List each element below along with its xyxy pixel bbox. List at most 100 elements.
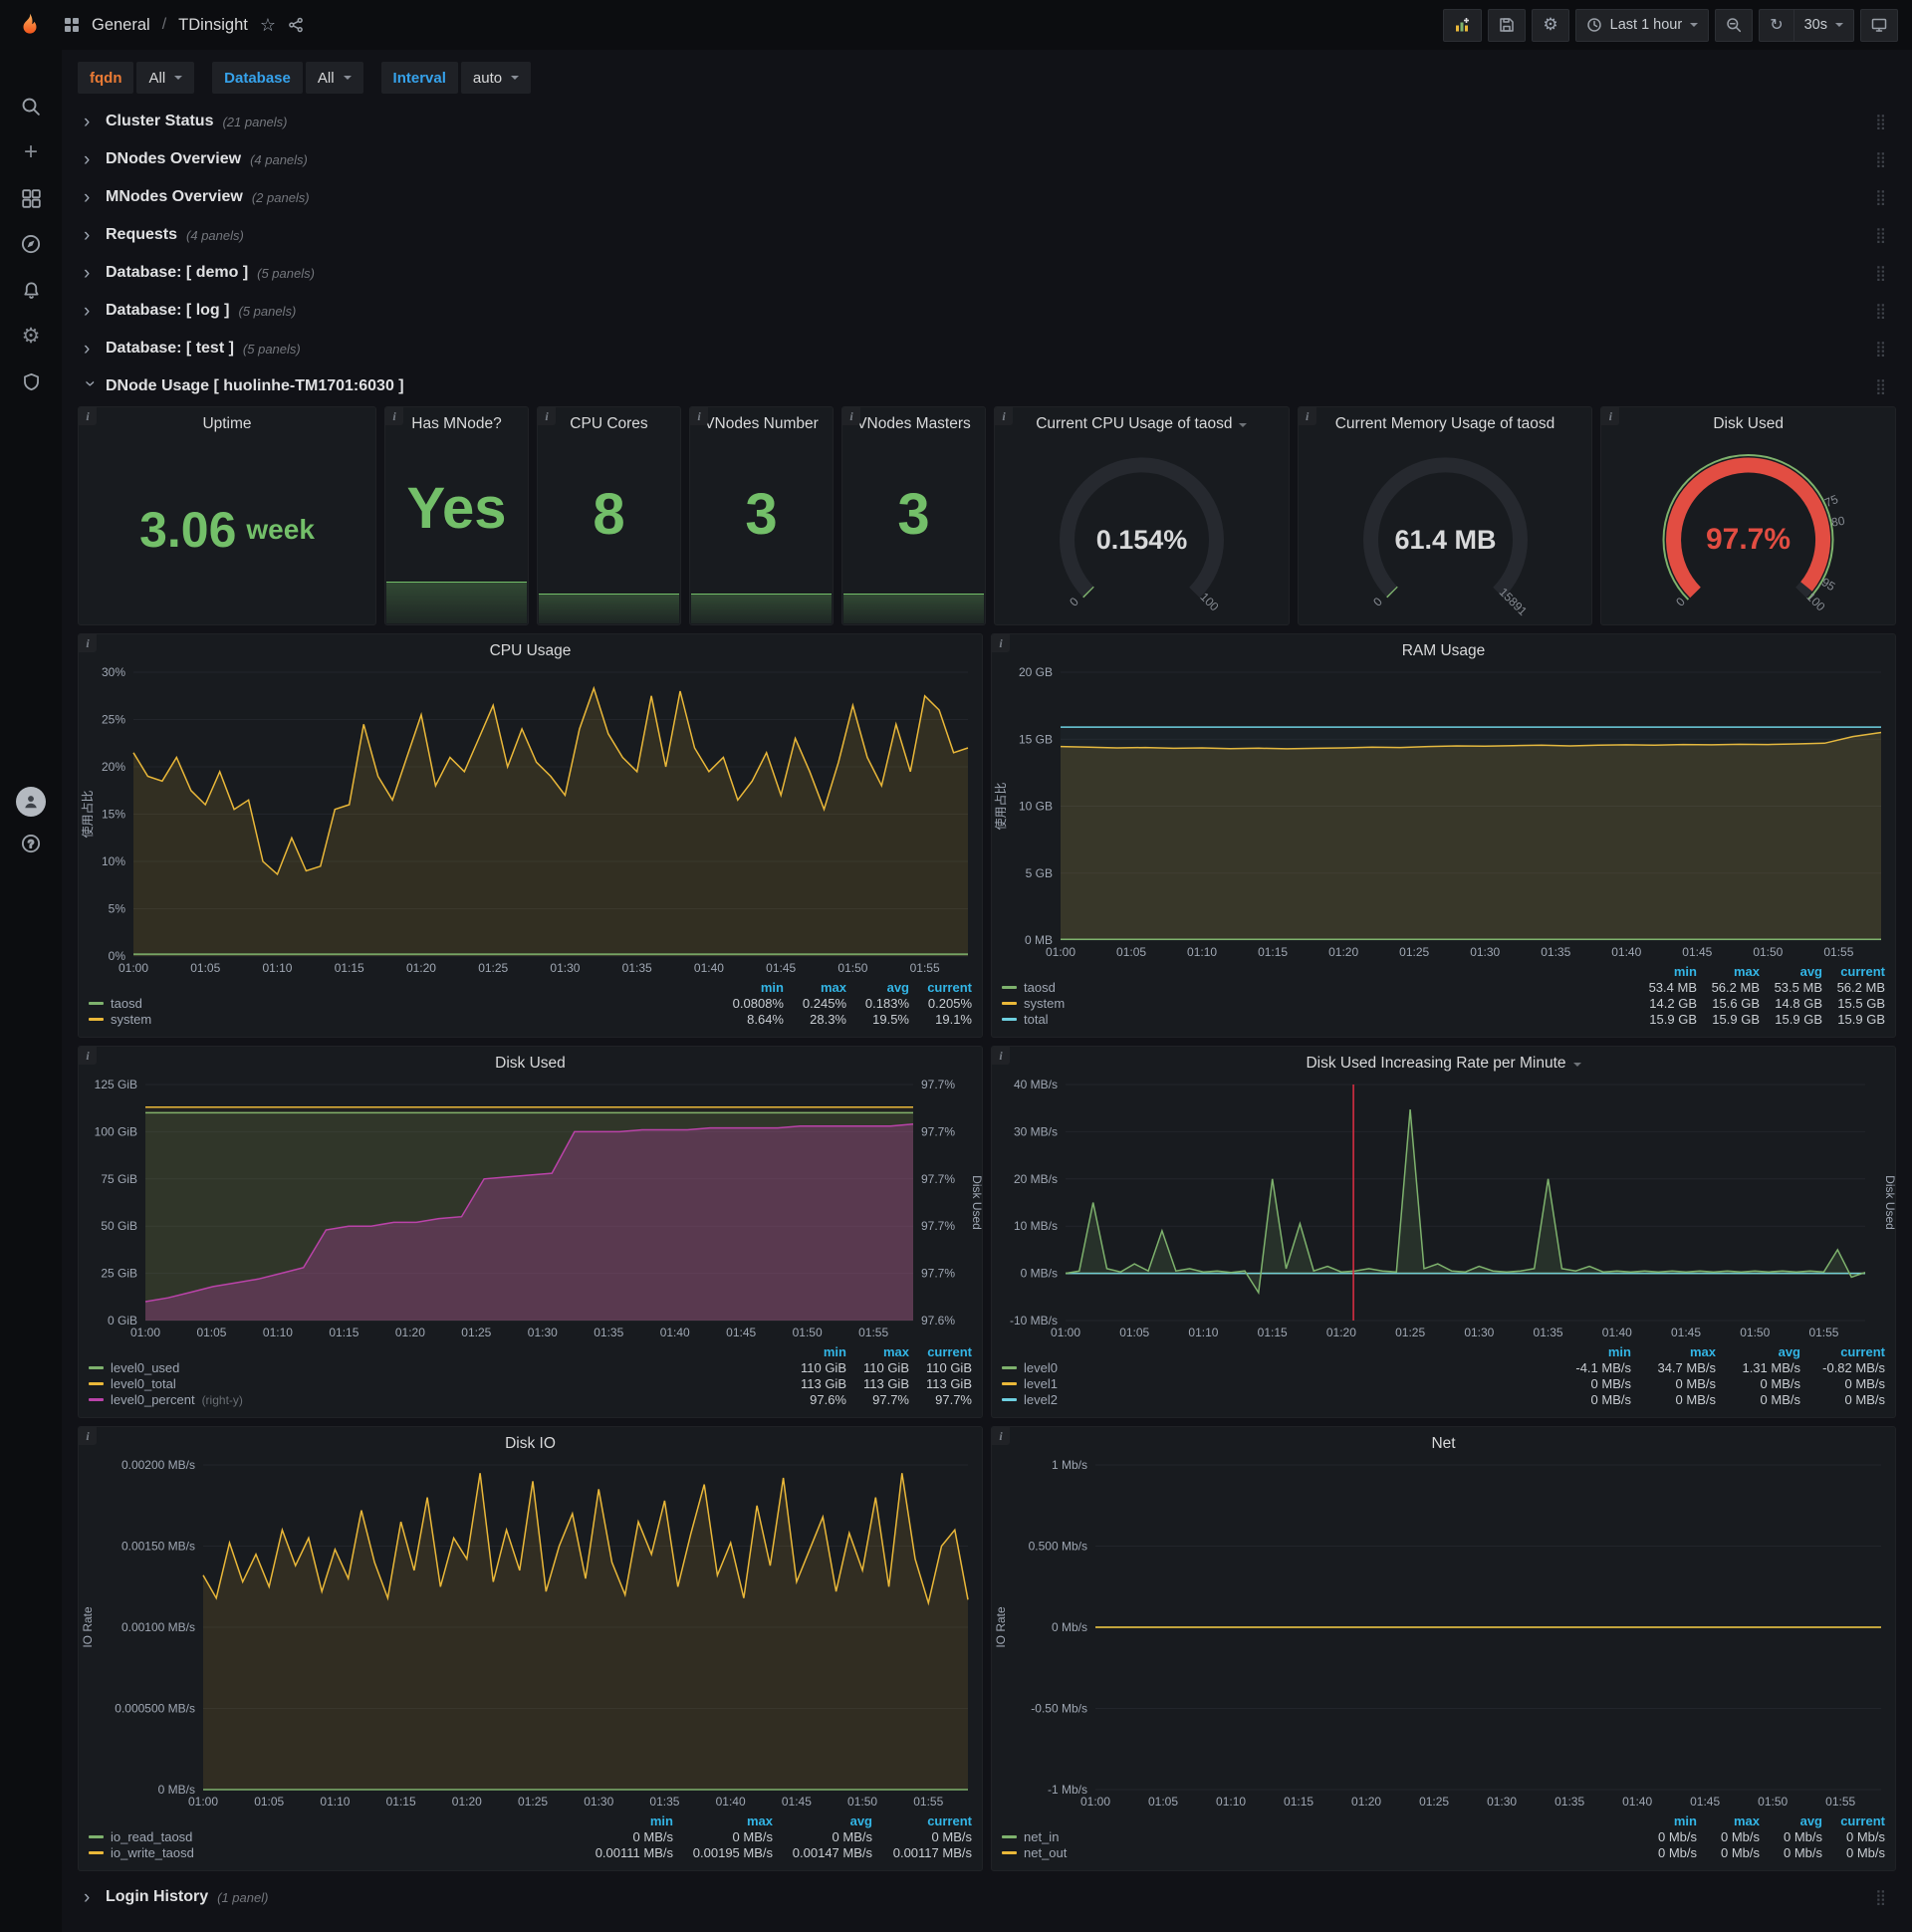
legend-series-total[interactable]: total [1002,1012,1634,1027]
disk-io-plot[interactable]: 0 MB/s 0.000500 MB/s 0.00100 MB/s 0.00150 M… [79,1455,982,1811]
panel-title-disk-used-gauge[interactable]: Disk Used [1601,407,1895,435]
panel-info-icon[interactable]: i [1298,407,1316,425]
legend-series-taosd[interactable]: taosd [1002,980,1634,995]
legend-column-min[interactable]: min [721,980,784,995]
legend-series-io_read_taosd[interactable]: io_read_taosd [89,1829,574,1844]
panel-info-icon[interactable]: i [995,407,1013,425]
panel-title-has-mnode[interactable]: Has MNode? [385,407,528,435]
legend-series-net_out[interactable]: net_out [1002,1845,1634,1860]
row-dnode-usage[interactable]: › DNode Usage [ huolinhe-TM1701:6030 ] ⣿ [78,368,1896,404]
net-plot[interactable]: -1 Mb/s -0.50 Mb/s 0 Mb/s 0.500 Mb/s 1 Mb/s 0… [992,1455,1895,1811]
breadcrumb-dashboard[interactable]: TDinsight [178,16,248,35]
legend-column-min[interactable]: min [574,1813,673,1828]
legend-column-min[interactable]: min [1547,1344,1631,1359]
drag-handle-icon[interactable]: ⣿ [1875,226,1886,244]
legend-column-current[interactable]: current [1800,1344,1885,1359]
disk-rate-plot[interactable]: -10 MB/s 0 MB/s 10 MB/s 20 MB/s 30 MB/s 40 MB… [992,1075,1895,1342]
row-cluster-status[interactable]: › Cluster Status (21 panels) ⣿ [78,104,1896,139]
zoom-out-button[interactable] [1715,8,1754,42]
legend-series-level0_total[interactable]: level0_total [89,1376,784,1391]
legend-column-max[interactable]: max [1697,1813,1760,1828]
row-mnodes-overview[interactable]: › MNodes Overview (2 panels) ⣿ [78,179,1896,215]
refresh-button[interactable]: ↻ [1759,8,1793,42]
drag-handle-icon[interactable]: ⣿ [1875,377,1886,395]
legend-column-current[interactable]: current [909,980,972,995]
server-admin-shield-icon[interactable] [20,370,42,392]
panel-title-disk-io[interactable]: Disk IO [79,1427,982,1455]
help-icon[interactable]: ? [20,833,42,854]
share-icon[interactable] [288,17,304,33]
disk-used-plot[interactable]: 0 GiB 97.6% 25 GiB 97.7% 50 GiB 97.7% 75 GiB 97… [79,1075,982,1342]
save-dashboard-button[interactable] [1488,8,1527,42]
breadcrumb-section[interactable]: General [92,16,150,35]
panel-info-icon[interactable]: i [385,407,403,425]
panel-title-disk-rate[interactable]: Disk Used Increasing Rate per Minute [992,1047,1895,1075]
panel-info-icon[interactable]: i [690,407,708,425]
row-requests[interactable]: › Requests (4 panels) ⣿ [78,217,1896,253]
legend-column-max[interactable]: max [846,1344,909,1359]
drag-handle-icon[interactable]: ⣿ [1875,150,1886,168]
panel-info-icon[interactable]: i [842,407,860,425]
legend-column-max[interactable]: max [1697,964,1760,979]
refresh-interval-picker[interactable]: 30s [1792,8,1854,42]
legend-series-level2[interactable]: level2 [1002,1392,1547,1407]
dashboards-icon[interactable] [20,187,42,209]
variable-value-database[interactable]: All [305,62,363,94]
user-avatar[interactable] [16,787,46,817]
panel-title-current-memory-usage[interactable]: Current Memory Usage of taosd [1299,407,1592,435]
panel-info-icon[interactable]: i [79,634,97,652]
row-dnodes-overview[interactable]: › DNodes Overview (4 panels) ⣿ [78,141,1896,177]
panel-title-ram-usage[interactable]: RAM Usage [992,634,1895,662]
dashboard-settings-button[interactable]: ⚙ [1532,8,1569,42]
search-icon[interactable] [20,96,42,118]
explore-compass-icon[interactable] [20,233,42,255]
legend-column-min[interactable]: min [1634,964,1697,979]
panel-title-cpu-cores[interactable]: CPU Cores [538,407,680,435]
configuration-gear-icon[interactable]: ⚙ [20,325,42,348]
panel-title-vnodes-masters[interactable]: VNodes Masters [842,407,985,435]
drag-handle-icon[interactable]: ⣿ [1875,188,1886,206]
panel-title-current-cpu-usage[interactable]: Current CPU Usage of taosd [995,407,1289,435]
variable-value-fqdn[interactable]: All [136,62,195,94]
panel-info-icon[interactable]: i [1601,407,1620,425]
panel-info-icon[interactable]: i [992,1427,1010,1445]
legend-column-current[interactable]: current [1822,1813,1885,1828]
drag-handle-icon[interactable]: ⣿ [1875,1888,1886,1906]
legend-series-net_in[interactable]: net_in [1002,1829,1634,1844]
legend-column-max[interactable]: max [673,1813,773,1828]
legend-column-current[interactable]: current [1822,964,1885,979]
row-database-test[interactable]: › Database: [ test ] (5 panels) ⣿ [78,331,1896,366]
legend-column-avg[interactable]: avg [1760,964,1822,979]
legend-column-current[interactable]: current [909,1344,972,1359]
time-range-picker[interactable]: Last 1 hour [1574,8,1710,42]
panel-title-vnodes-number[interactable]: VNodes Number [690,407,833,435]
panel-title-disk-used[interactable]: Disk Used [79,1047,982,1075]
legend-column-max[interactable]: max [784,980,846,995]
cpu-usage-plot[interactable]: 0% 5% 10% 15% 20% 25% 30% 01:00 01:05 01:10 01:15 0… [79,662,982,978]
create-plus-icon[interactable]: + [20,138,42,165]
legend-column-avg[interactable]: avg [773,1813,872,1828]
panel-info-icon[interactable]: i [79,1047,97,1065]
drag-handle-icon[interactable]: ⣿ [1875,113,1886,130]
panel-info-icon[interactable]: i [79,407,97,425]
legend-series-system[interactable]: system [1002,996,1634,1011]
panel-title-net[interactable]: Net [992,1427,1895,1455]
grafana-logo[interactable] [14,9,46,41]
drag-handle-icon[interactable]: ⣿ [1875,340,1886,358]
legend-series-level0[interactable]: level0 [1002,1360,1547,1375]
star-icon[interactable]: ☆ [260,15,276,36]
legend-series-system[interactable]: system [89,1012,721,1027]
cycle-view-mode-button[interactable] [1860,8,1898,42]
legend-column-avg[interactable]: avg [846,980,909,995]
legend-column-min[interactable]: min [1634,1813,1697,1828]
panel-info-icon[interactable]: i [538,407,556,425]
legend-series-taosd[interactable]: taosd [89,996,721,1011]
row-database-log[interactable]: › Database: [ log ] (5 panels) ⣿ [78,293,1896,329]
legend-column-max[interactable]: max [1631,1344,1716,1359]
legend-series-level0_percent[interactable]: level0_percent (right-y) [89,1392,784,1407]
drag-handle-icon[interactable]: ⣿ [1875,264,1886,282]
row-login-history[interactable]: › Login History (1 panel) ⣿ [78,1879,1896,1915]
ram-usage-plot[interactable]: 0 MB 5 GB 10 GB 15 GB 20 GB 01:00 01:05 01:10 01… [992,662,1895,962]
add-panel-button[interactable] [1443,8,1483,42]
legend-series-level1[interactable]: level1 [1002,1376,1547,1391]
